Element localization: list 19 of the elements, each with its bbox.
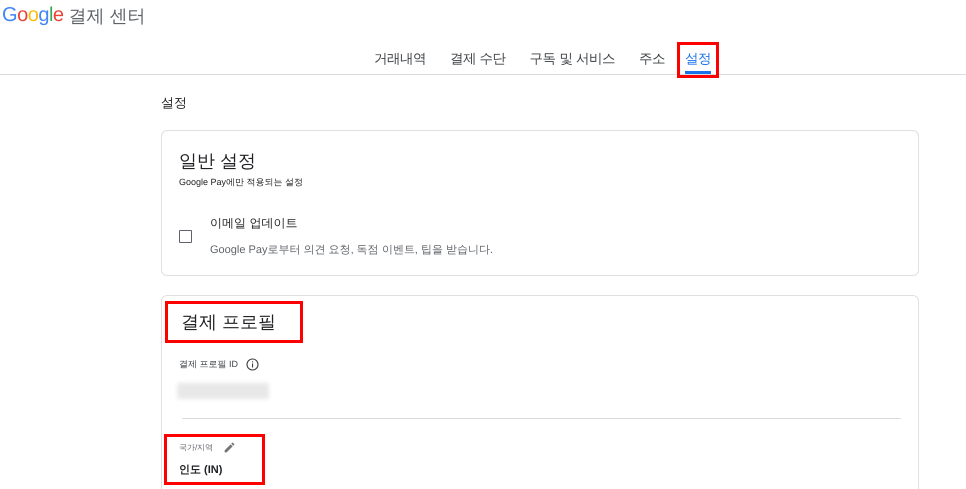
- field-label: 결제 프로필 ID: [179, 358, 238, 371]
- nav-tab[interactable]: 구독 및 서비스: [530, 50, 616, 74]
- nav-tab[interactable]: 결제 수단: [450, 50, 506, 74]
- nav-tab[interactable]: 거래내역: [374, 50, 426, 74]
- card-subtitle: Google Pay에만 적용되는 설정: [179, 176, 304, 189]
- card-title: 결제 프로필: [168, 304, 300, 340]
- checkbox[interactable]: [179, 230, 192, 242]
- card-title: 일반 설정: [179, 150, 256, 173]
- option-description: Google Pay로부터 의견 요청, 독점 이벤트, 팁을 받습니다.: [210, 243, 493, 257]
- app-title: 결제 센터: [68, 5, 146, 28]
- field-value: 인도 (IN): [179, 463, 224, 477]
- field-label: 국가/지역: [179, 442, 214, 453]
- nav-tab[interactable]: 주소: [639, 50, 666, 74]
- option-label: 이메일 업데이트: [210, 215, 298, 232]
- nav-tab[interactable]: 설정: [685, 50, 712, 74]
- info-icon[interactable]: [246, 358, 260, 371]
- page-title: 설정: [161, 94, 188, 112]
- google-logo: Google: [2, 4, 64, 27]
- pencil-icon[interactable]: [223, 441, 236, 454]
